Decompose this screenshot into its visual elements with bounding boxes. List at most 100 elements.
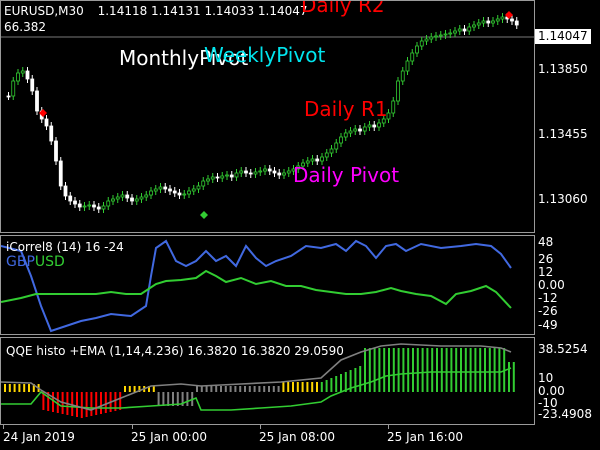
candle-body <box>367 124 372 128</box>
qqe-histogram-bar <box>292 382 294 392</box>
correl-legend: GBPUSD <box>6 254 65 270</box>
candle-body <box>453 30 457 34</box>
qqe-histogram-bar <box>445 348 448 392</box>
candle-body <box>334 142 339 150</box>
qqe-histogram-bar <box>325 380 328 392</box>
qqe-histogram-bar <box>4 384 6 392</box>
candle-body <box>16 72 20 82</box>
usd-correlation-line <box>1 269 512 309</box>
candle-body <box>82 205 87 208</box>
candle-body <box>514 20 519 26</box>
qqe-histogram-bar <box>253 386 256 392</box>
candle-body <box>239 170 244 174</box>
candle-body <box>73 200 77 205</box>
candle-body <box>191 188 196 192</box>
candle-body <box>358 128 362 132</box>
qqe-histogram-bar <box>162 392 165 406</box>
correl-axis-26: 26 <box>538 252 554 266</box>
correl-axis-12: 12 <box>538 265 554 279</box>
qqe-histogram-bar <box>28 384 30 392</box>
candle-body <box>92 204 96 208</box>
qqe-histogram-bar <box>373 348 376 392</box>
qqe-histogram-bar <box>18 384 21 392</box>
qqe-histogram-bar <box>512 362 515 392</box>
qqe-histogram-bar <box>335 376 338 392</box>
candle-body <box>168 188 172 192</box>
price-chart-pane[interactable]: EURUSD,M30 1.14118 1.14131 1.14033 1.140… <box>0 0 535 233</box>
symbol-label: EURUSD,M30 <box>4 4 84 18</box>
candle-body <box>339 136 343 144</box>
candle-body <box>177 192 182 196</box>
candle-body <box>25 70 30 80</box>
candle-body <box>187 190 191 195</box>
candle-body <box>172 190 177 194</box>
time-label-1: 25 Jan 00:00 <box>131 430 207 444</box>
correl-axis-neg12: -12 <box>538 291 558 305</box>
candle-body <box>310 158 315 162</box>
candle-body <box>486 20 491 24</box>
price-level-1: 1.13850 <box>538 62 588 76</box>
candle-body <box>153 188 158 192</box>
candle-body <box>324 152 329 158</box>
candle-body <box>491 20 495 24</box>
qqe-histogram-bar <box>196 386 198 392</box>
candle-body <box>182 193 187 196</box>
qqe-axis-max: 38.5254 <box>538 342 588 356</box>
correlation-indicator-pane[interactable]: iCorrel8 (14) 16 -24 GBPUSD <box>0 235 535 335</box>
qqe-histogram-bar <box>450 348 453 392</box>
candle-body <box>286 170 291 174</box>
candle-body <box>220 175 225 179</box>
qqe-histogram-bar <box>383 348 386 392</box>
price-level-3: 1.13060 <box>538 192 588 206</box>
candle-body <box>267 168 272 172</box>
qqe-histogram-bar <box>224 386 227 392</box>
candle-body <box>11 80 16 97</box>
weekly-pivot-label: WeeklyPivot <box>204 43 326 67</box>
candle-body <box>44 118 49 127</box>
qqe-histogram-bar <box>402 348 405 392</box>
candle-body <box>20 70 25 74</box>
qqe-histogram-bar <box>388 348 390 392</box>
candle-body <box>429 36 434 40</box>
candle-body <box>476 22 481 26</box>
qqe-histogram-bar <box>90 392 93 416</box>
qqe-histogram-bar <box>378 348 381 392</box>
qqe-histogram-bar <box>133 386 136 392</box>
qqe-histogram-bar <box>282 382 285 392</box>
candle-body <box>377 122 381 128</box>
qqe-histogram-bar <box>431 348 434 392</box>
qqe-histogram-bar <box>277 386 280 392</box>
candle-body <box>144 194 149 198</box>
qqe-histogram-bar <box>85 392 88 417</box>
candle-body <box>115 196 120 200</box>
qqe-histogram-bar <box>469 348 472 392</box>
qqe-histogram-bar <box>210 386 213 392</box>
current-price-tag: 1.14047 <box>535 29 591 44</box>
candle-body <box>272 170 277 174</box>
candle-body <box>225 174 229 177</box>
candle-body <box>329 148 334 154</box>
candle-body <box>500 16 505 20</box>
green-diamond-marker <box>200 211 208 219</box>
candle-body <box>443 33 448 36</box>
qqe-histogram-bar <box>330 378 333 392</box>
qqe-histogram-bar <box>440 348 443 392</box>
time-tick <box>132 425 133 429</box>
candle-body <box>196 185 201 190</box>
qqe-histogram-bar <box>455 348 458 392</box>
qqe-histogram-bar <box>23 384 26 392</box>
candle-body <box>248 172 253 175</box>
correl-axis-0: 0.00 <box>538 278 565 292</box>
time-label-3: 25 Jan 16:00 <box>387 430 463 444</box>
qqe-indicator-pane[interactable]: QQE histo +EMA (1,14,4.236) 16.3820 16.3… <box>0 337 535 425</box>
candle-body <box>448 32 453 35</box>
qqe-title: QQE histo +EMA (1,14,4.236) 16.3820 16.3… <box>6 344 344 358</box>
qqe-histogram-bar <box>316 382 318 392</box>
candle-body <box>396 80 400 102</box>
qqe-histogram-bar <box>8 384 11 392</box>
candle-body <box>263 168 267 172</box>
candle-body <box>438 34 443 37</box>
candle-body <box>400 70 405 82</box>
qqe-histogram-bar <box>436 348 438 392</box>
qqe-histogram-bar <box>244 386 246 392</box>
